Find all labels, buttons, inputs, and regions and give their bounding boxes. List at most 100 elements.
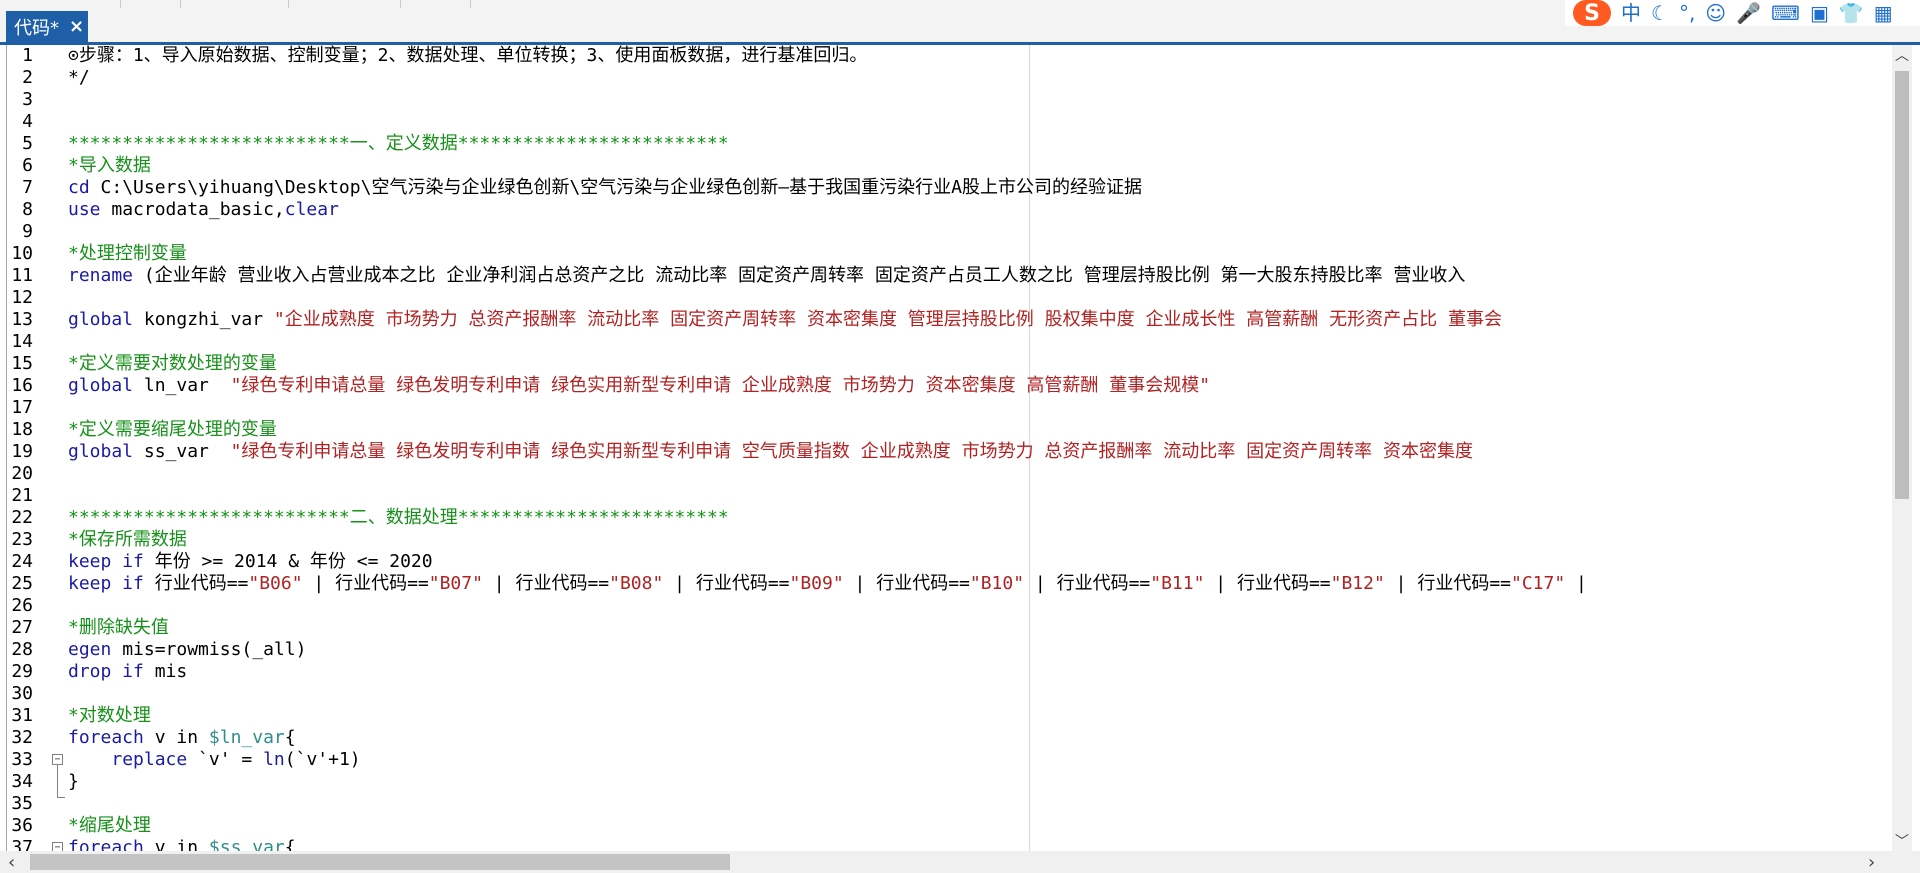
- line-number: 28: [11, 639, 33, 660]
- fold-toggle-icon[interactable]: −: [52, 842, 63, 851]
- code-token: ⊙步骤：1、导入原始数据、控制变量；2、数据处理、单位转换；3、使用面板数据，进…: [68, 45, 868, 66]
- code-token: "B07": [428, 573, 483, 594]
- ime-moon-icon[interactable]: ☾: [1651, 0, 1669, 26]
- line-number: 30: [11, 683, 33, 704]
- code-text: *导入数据: [68, 155, 151, 177]
- code-line[interactable]: 2 */: [7, 67, 1896, 89]
- code-line[interactable]: 12: [7, 287, 1896, 309]
- ime-keyboard-icon[interactable]: ⌨: [1771, 0, 1800, 26]
- line-number: 19: [11, 441, 33, 462]
- code-line[interactable]: 30: [7, 683, 1896, 705]
- code-token: "绿色专利申请总量 绿色发明专利申请 绿色实用新型专利申请 企业成熟度 市场势力…: [230, 375, 1211, 396]
- code-token: *缩尾处理: [68, 815, 151, 836]
- ime-microphone-icon[interactable]: 🎤: [1736, 0, 1761, 26]
- code-line[interactable]: 18 *定义需要缩尾处理的变量: [7, 419, 1896, 441]
- line-number: 26: [11, 595, 33, 616]
- line-number: 6: [22, 155, 33, 176]
- code-editor[interactable]: 1 ⊙步骤：1、导入原始数据、控制变量；2、数据处理、单位转换；3、使用面板数据，…: [6, 45, 1896, 851]
- scroll-up-icon[interactable]: ︿: [1895, 45, 1909, 65]
- line-number: 35: [11, 793, 33, 814]
- code-token: "B10": [969, 573, 1025, 594]
- tab-separator: [288, 0, 289, 8]
- ime-skin-icon[interactable]: 👕: [1839, 0, 1864, 26]
- code-token: foreach: [68, 727, 144, 748]
- code-line[interactable]: 23 *保存所需数据: [7, 529, 1896, 551]
- code-line[interactable]: 7 cd C:\Users\yihuang\Desktop\空气污染与企业绿色创新…: [7, 177, 1896, 199]
- scroll-down-icon[interactable]: ﹀: [1895, 831, 1909, 851]
- line-number: 9: [22, 221, 33, 242]
- code-line[interactable]: 31 *对数处理: [7, 705, 1896, 727]
- scroll-right-icon[interactable]: ›: [1868, 852, 1875, 873]
- close-icon[interactable]: ×: [69, 16, 84, 37]
- code-line[interactable]: 28 egen mis=rowmiss(_all): [7, 639, 1896, 661]
- line-number: 36: [11, 815, 33, 836]
- code-line[interactable]: 11 rename (企业年龄 营业收入占营业成本之比 企业净利润占总资产之比 流…: [7, 265, 1896, 287]
- code-line[interactable]: 36 *缩尾处理: [7, 815, 1896, 837]
- sogou-logo-icon[interactable]: S: [1573, 0, 1611, 26]
- code-line[interactable]: 27 *删除缺失值: [7, 617, 1896, 639]
- code-line[interactable]: 37 foreach v in $ss_var{: [7, 837, 1896, 851]
- line-number: 13: [11, 309, 33, 330]
- code-token: replace: [111, 749, 188, 770]
- code-token: | 行业代码==: [1384, 573, 1511, 594]
- code-line[interactable]: 35: [7, 793, 1896, 815]
- code-line[interactable]: 14: [7, 331, 1896, 353]
- code-token: global: [68, 309, 134, 330]
- fold-toggle-icon[interactable]: −: [52, 754, 63, 765]
- code-line[interactable]: 8 use macrodata_basic,clear: [7, 199, 1896, 221]
- code-token: *处理控制变量: [68, 243, 187, 264]
- vertical-scrollbar[interactable]: ︿ ﹀: [1892, 45, 1912, 851]
- line-number: 25: [11, 573, 33, 594]
- code-line[interactable]: 4: [7, 111, 1896, 133]
- code-line[interactable]: 34}: [7, 771, 1896, 793]
- code-line[interactable]: 10 *处理控制变量: [7, 243, 1896, 265]
- code-line[interactable]: 13 global kongzhi_var "企业成熟度 市场势力 总资产报酬率 …: [7, 309, 1896, 331]
- code-line[interactable]: 32 foreach v in $ln_var{: [7, 727, 1896, 749]
- code-token: | 行业代码==: [663, 573, 790, 594]
- ime-toolbox-icon[interactable]: ▣: [1810, 0, 1829, 26]
- code-text: *保存所需数据: [68, 529, 187, 551]
- ime-menu-icon[interactable]: ▦: [1874, 0, 1893, 26]
- code-line[interactable]: 21: [7, 485, 1896, 507]
- code-token: foreach: [68, 837, 144, 851]
- horizontal-scrollbar[interactable]: ‹ ›: [0, 851, 1892, 873]
- code-line[interactable]: 22 **************************二、数据处理******…: [7, 507, 1896, 529]
- ime-punctuation-icon[interactable]: °,: [1679, 0, 1695, 26]
- tab-separator: [180, 0, 181, 8]
- scroll-left-icon[interactable]: ‹: [8, 852, 15, 873]
- vertical-scroll-thumb[interactable]: [1895, 71, 1909, 499]
- code-text: **************************二、数据处理********…: [68, 507, 729, 529]
- code-text: rename (企业年龄 营业收入占营业成本之比 企业净利润占总资产之比 流动比…: [68, 265, 1465, 287]
- code-line[interactable]: 15 *定义需要对数处理的变量: [7, 353, 1896, 375]
- code-line[interactable]: 19 global ss_var "绿色专利申请总量 绿色发明专利申请 绿色实用新…: [7, 441, 1896, 463]
- code-token: keep if: [68, 551, 144, 572]
- code-token: "B06": [248, 573, 303, 594]
- code-line[interactable]: 24 keep if 年份 >= 2014 & 年份 <= 2020: [7, 551, 1896, 573]
- code-line[interactable]: 17: [7, 397, 1896, 419]
- line-number: 32: [11, 727, 33, 748]
- code-line[interactable]: 3: [7, 89, 1896, 111]
- code-token: $ln_var: [208, 727, 285, 748]
- code-line[interactable]: 33 replace `v' = ln(`v'+1): [7, 749, 1896, 771]
- ime-emoji-icon[interactable]: ☺: [1705, 0, 1726, 26]
- code-text: *定义需要缩尾处理的变量: [68, 419, 277, 441]
- horizontal-scroll-thumb[interactable]: [30, 854, 730, 870]
- line-number: 22: [11, 507, 33, 528]
- ime-chinese-mode-icon[interactable]: 中: [1621, 0, 1641, 26]
- code-line[interactable]: 29 drop if mis: [7, 661, 1896, 683]
- code-line[interactable]: 16 global ln_var "绿色专利申请总量 绿色发明专利申请 绿色实用新…: [7, 375, 1896, 397]
- tab-code[interactable]: 代码* ×: [6, 11, 88, 42]
- code-line[interactable]: 6 *导入数据: [7, 155, 1896, 177]
- code-token: **************************一、定义数据********…: [68, 133, 729, 154]
- line-number: 5: [22, 133, 33, 154]
- code-line[interactable]: 25 keep if 行业代码=="B06" | 行业代码=="B07" | 行业…: [7, 573, 1896, 595]
- code-token: (企业年龄 营业收入占营业成本之比 企业净利润占总资产之比 流动比率 固定资产周…: [133, 265, 1466, 286]
- code-line[interactable]: 9: [7, 221, 1896, 243]
- code-text: }: [68, 771, 79, 793]
- code-line[interactable]: 5 **************************一、定义数据*******…: [7, 133, 1896, 155]
- code-line[interactable]: 26: [7, 595, 1896, 617]
- code-line[interactable]: 1 ⊙步骤：1、导入原始数据、控制变量；2、数据处理、单位转换；3、使用面板数据，…: [7, 45, 1896, 67]
- line-number: 29: [11, 661, 33, 682]
- code-token: v in: [143, 727, 209, 748]
- code-line[interactable]: 20: [7, 463, 1896, 485]
